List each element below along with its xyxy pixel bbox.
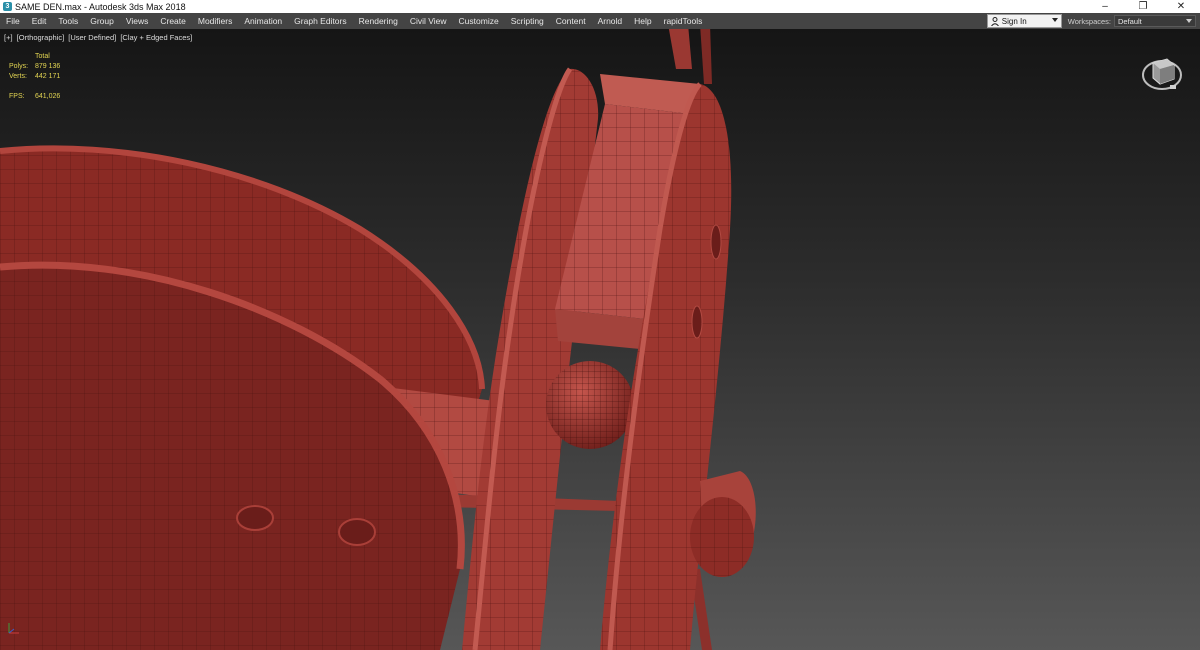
axis-tripod-icon	[5, 619, 23, 637]
menu-modifiers[interactable]: Modifiers	[192, 13, 238, 29]
menu-customize[interactable]: Customize	[453, 13, 505, 29]
viewcube-icon[interactable]	[1140, 51, 1184, 95]
stats-fps-label: FPS:	[9, 93, 25, 100]
menu-civil-view[interactable]: Civil View	[404, 13, 453, 29]
workspaces-select[interactable]: Default	[1114, 15, 1196, 27]
viewport-point-of-view-menu[interactable]: [Orthographic]	[17, 33, 65, 42]
stats-verts-value: 442 171	[35, 73, 61, 80]
scene-render	[0, 29, 756, 650]
menu-views[interactable]: Views	[120, 13, 155, 29]
menu-file[interactable]: File	[0, 13, 26, 29]
viewport-statistics: Total Polys: 879 136 Verts: 442 171 FPS:…	[9, 52, 60, 102]
viewport-label[interactable]: [+] [Orthographic] [User Defined] [Clay …	[4, 33, 194, 42]
menu-create[interactable]: Create	[154, 13, 192, 29]
title-bar: 3 SAME DEN.max - Autodesk 3ds Max 2018 –…	[0, 0, 1200, 13]
workspace-value: Default	[1118, 16, 1142, 26]
restore-button[interactable]: ❐	[1124, 0, 1162, 13]
window-title: SAME DEN.max - Autodesk 3ds Max 2018	[15, 1, 186, 12]
menu-group[interactable]: Group	[84, 13, 120, 29]
ball	[546, 361, 634, 449]
minimize-button[interactable]: –	[1086, 0, 1124, 13]
stats-verts-label: Verts:	[9, 73, 27, 80]
menu-arnold[interactable]: Arnold	[592, 13, 629, 29]
user-icon	[990, 16, 999, 26]
menu-animation[interactable]: Animation	[238, 13, 288, 29]
menu-tools[interactable]: Tools	[52, 13, 84, 29]
menu-help[interactable]: Help	[628, 13, 657, 29]
sign-in-label: Sign In	[1001, 16, 1027, 26]
close-button[interactable]: ✕	[1162, 0, 1200, 13]
stats-polys-label: Polys:	[9, 63, 29, 70]
stats-fps-value: 641,026	[35, 93, 61, 100]
menu-content[interactable]: Content	[550, 13, 592, 29]
viewport-lighting-menu[interactable]: [User Defined]	[68, 33, 116, 42]
chevron-down-icon	[1186, 19, 1192, 23]
stats-total-header: Total	[35, 53, 50, 60]
viewport-general-menu[interactable]: [+]	[4, 33, 13, 42]
perspective-viewport[interactable]: [+] [Orthographic] [User Defined] [Clay …	[0, 29, 1200, 650]
menu-graph-editors[interactable]: Graph Editors	[288, 13, 352, 29]
3ds-max-app-icon[interactable]: 3	[3, 2, 12, 11]
menu-bar: File Edit Tools Group Views Create Modif…	[0, 13, 1200, 29]
menu-rapidtools[interactable]: rapidTools	[658, 13, 709, 29]
menu-edit[interactable]: Edit	[26, 13, 53, 29]
viewport-shading-menu[interactable]: [Clay + Edged Faces]	[120, 33, 192, 42]
sign-in-dropdown[interactable]: Sign In	[986, 14, 1062, 28]
menu-rendering[interactable]: Rendering	[353, 13, 404, 29]
chevron-down-icon	[1051, 18, 1058, 22]
left-upright-plate	[462, 67, 599, 650]
workspaces-label: Workspaces:	[1067, 16, 1111, 26]
menu-items: File Edit Tools Group Views Create Modif…	[0, 13, 987, 29]
stats-polys-value: 879 136	[35, 63, 61, 70]
menu-scripting[interactable]: Scripting	[505, 13, 550, 29]
